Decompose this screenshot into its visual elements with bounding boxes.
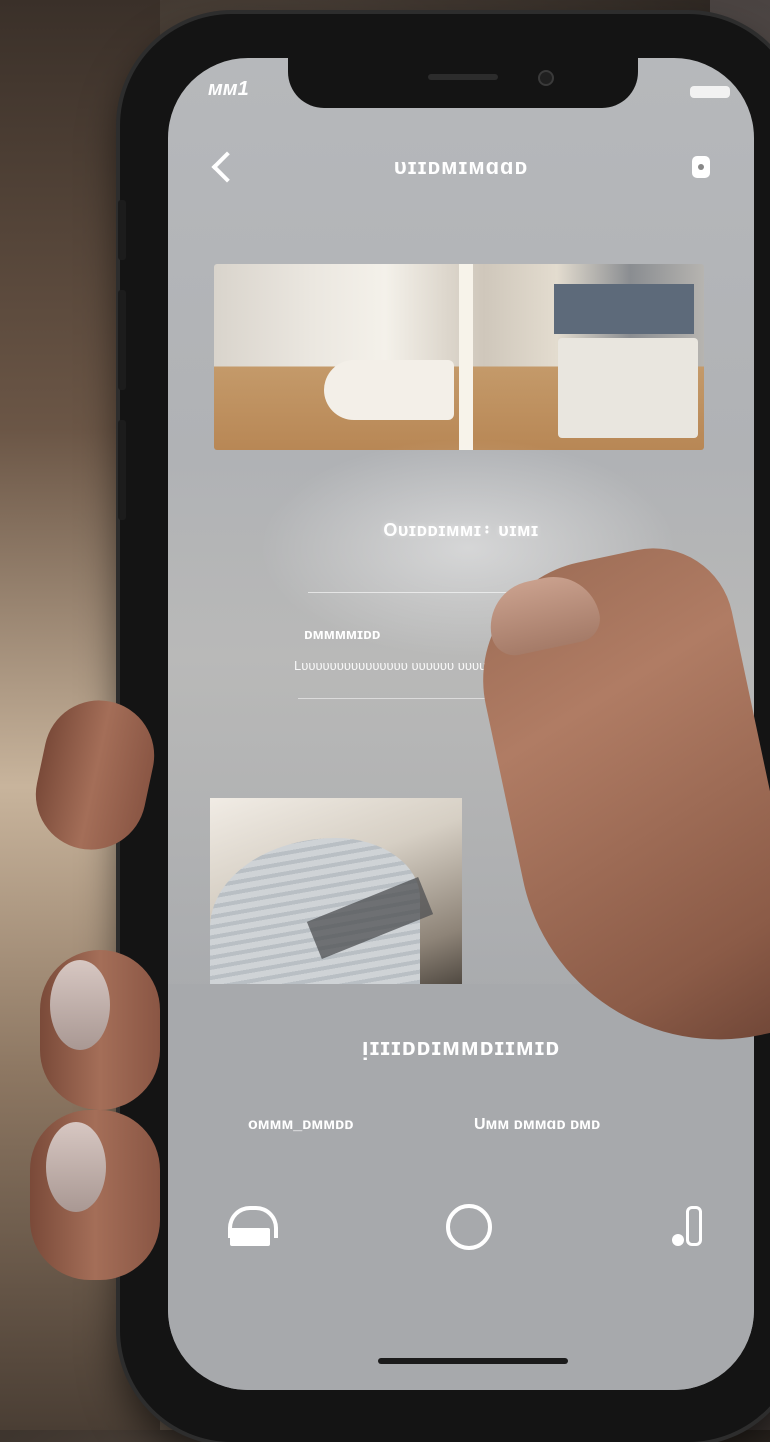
carrier-signal: ᴍᴍ1 [208, 78, 249, 100]
finger-nail [46, 1122, 106, 1212]
finger-2 [40, 950, 160, 1110]
room-photo[interactable] [214, 264, 704, 450]
sheet-right-option[interactable]: Uᴍᴍ ᴅᴍᴍɑᴅ ᴅᴍᴅ [474, 1116, 600, 1134]
side-button-volume-up [118, 290, 126, 390]
lock-icon[interactable] [692, 156, 710, 178]
finger-nail [50, 960, 110, 1050]
page-title: ᴜɪɪᴅᴍɪᴍɑɑᴅ [393, 154, 529, 179]
settings-icon[interactable] [672, 1206, 706, 1252]
home-indicator[interactable] [378, 1358, 568, 1364]
home-icon[interactable] [226, 1206, 278, 1252]
bottom-sheet: ᴉɪɪɪᴅᴅɪᴍᴍᴅɪɪᴍɪᴅ ᴏᴍᴍᴍ_ᴅᴍᴍᴅᴅ Uᴍᴍ ᴅᴍᴍɑᴅ ᴅᴍᴅ [168, 984, 754, 1390]
photo-divider [459, 264, 473, 450]
side-button-mute [118, 200, 126, 260]
section-heading: Oᴜɪᴅᴅɪᴍᴍɪ᛬ ᴜɪᴍɪ [383, 520, 539, 540]
divider [308, 592, 528, 593]
side-button-volume-down [118, 420, 126, 520]
photo-counter [558, 338, 698, 438]
info-label: ᴅᴍᴍᴍᴍɪᴅᴅ [304, 626, 381, 643]
notch [288, 58, 638, 108]
speaker [428, 74, 498, 80]
info-sublabel: Lᴜᴜᴜᴜᴜᴜᴜᴜᴜᴜᴜᴜᴜᴜᴜ ᴜᴜᴜᴜᴜᴜ ᴜᴜᴜᴜ [294, 658, 487, 673]
battery-icon [690, 86, 730, 98]
camera-icon [538, 70, 554, 86]
photo-sofa [324, 360, 454, 420]
sheet-left-option[interactable]: ᴏᴍᴍᴍ_ᴅᴍᴍᴅᴅ [248, 1116, 353, 1134]
finger-3 [30, 1110, 160, 1280]
preview-thumbnail[interactable] [210, 798, 462, 984]
photo-window [554, 284, 694, 334]
sheet-title: ᴉɪɪɪᴅᴅɪᴍᴍᴅɪɪᴍɪᴅ [361, 1034, 561, 1061]
record-icon[interactable] [446, 1204, 492, 1250]
